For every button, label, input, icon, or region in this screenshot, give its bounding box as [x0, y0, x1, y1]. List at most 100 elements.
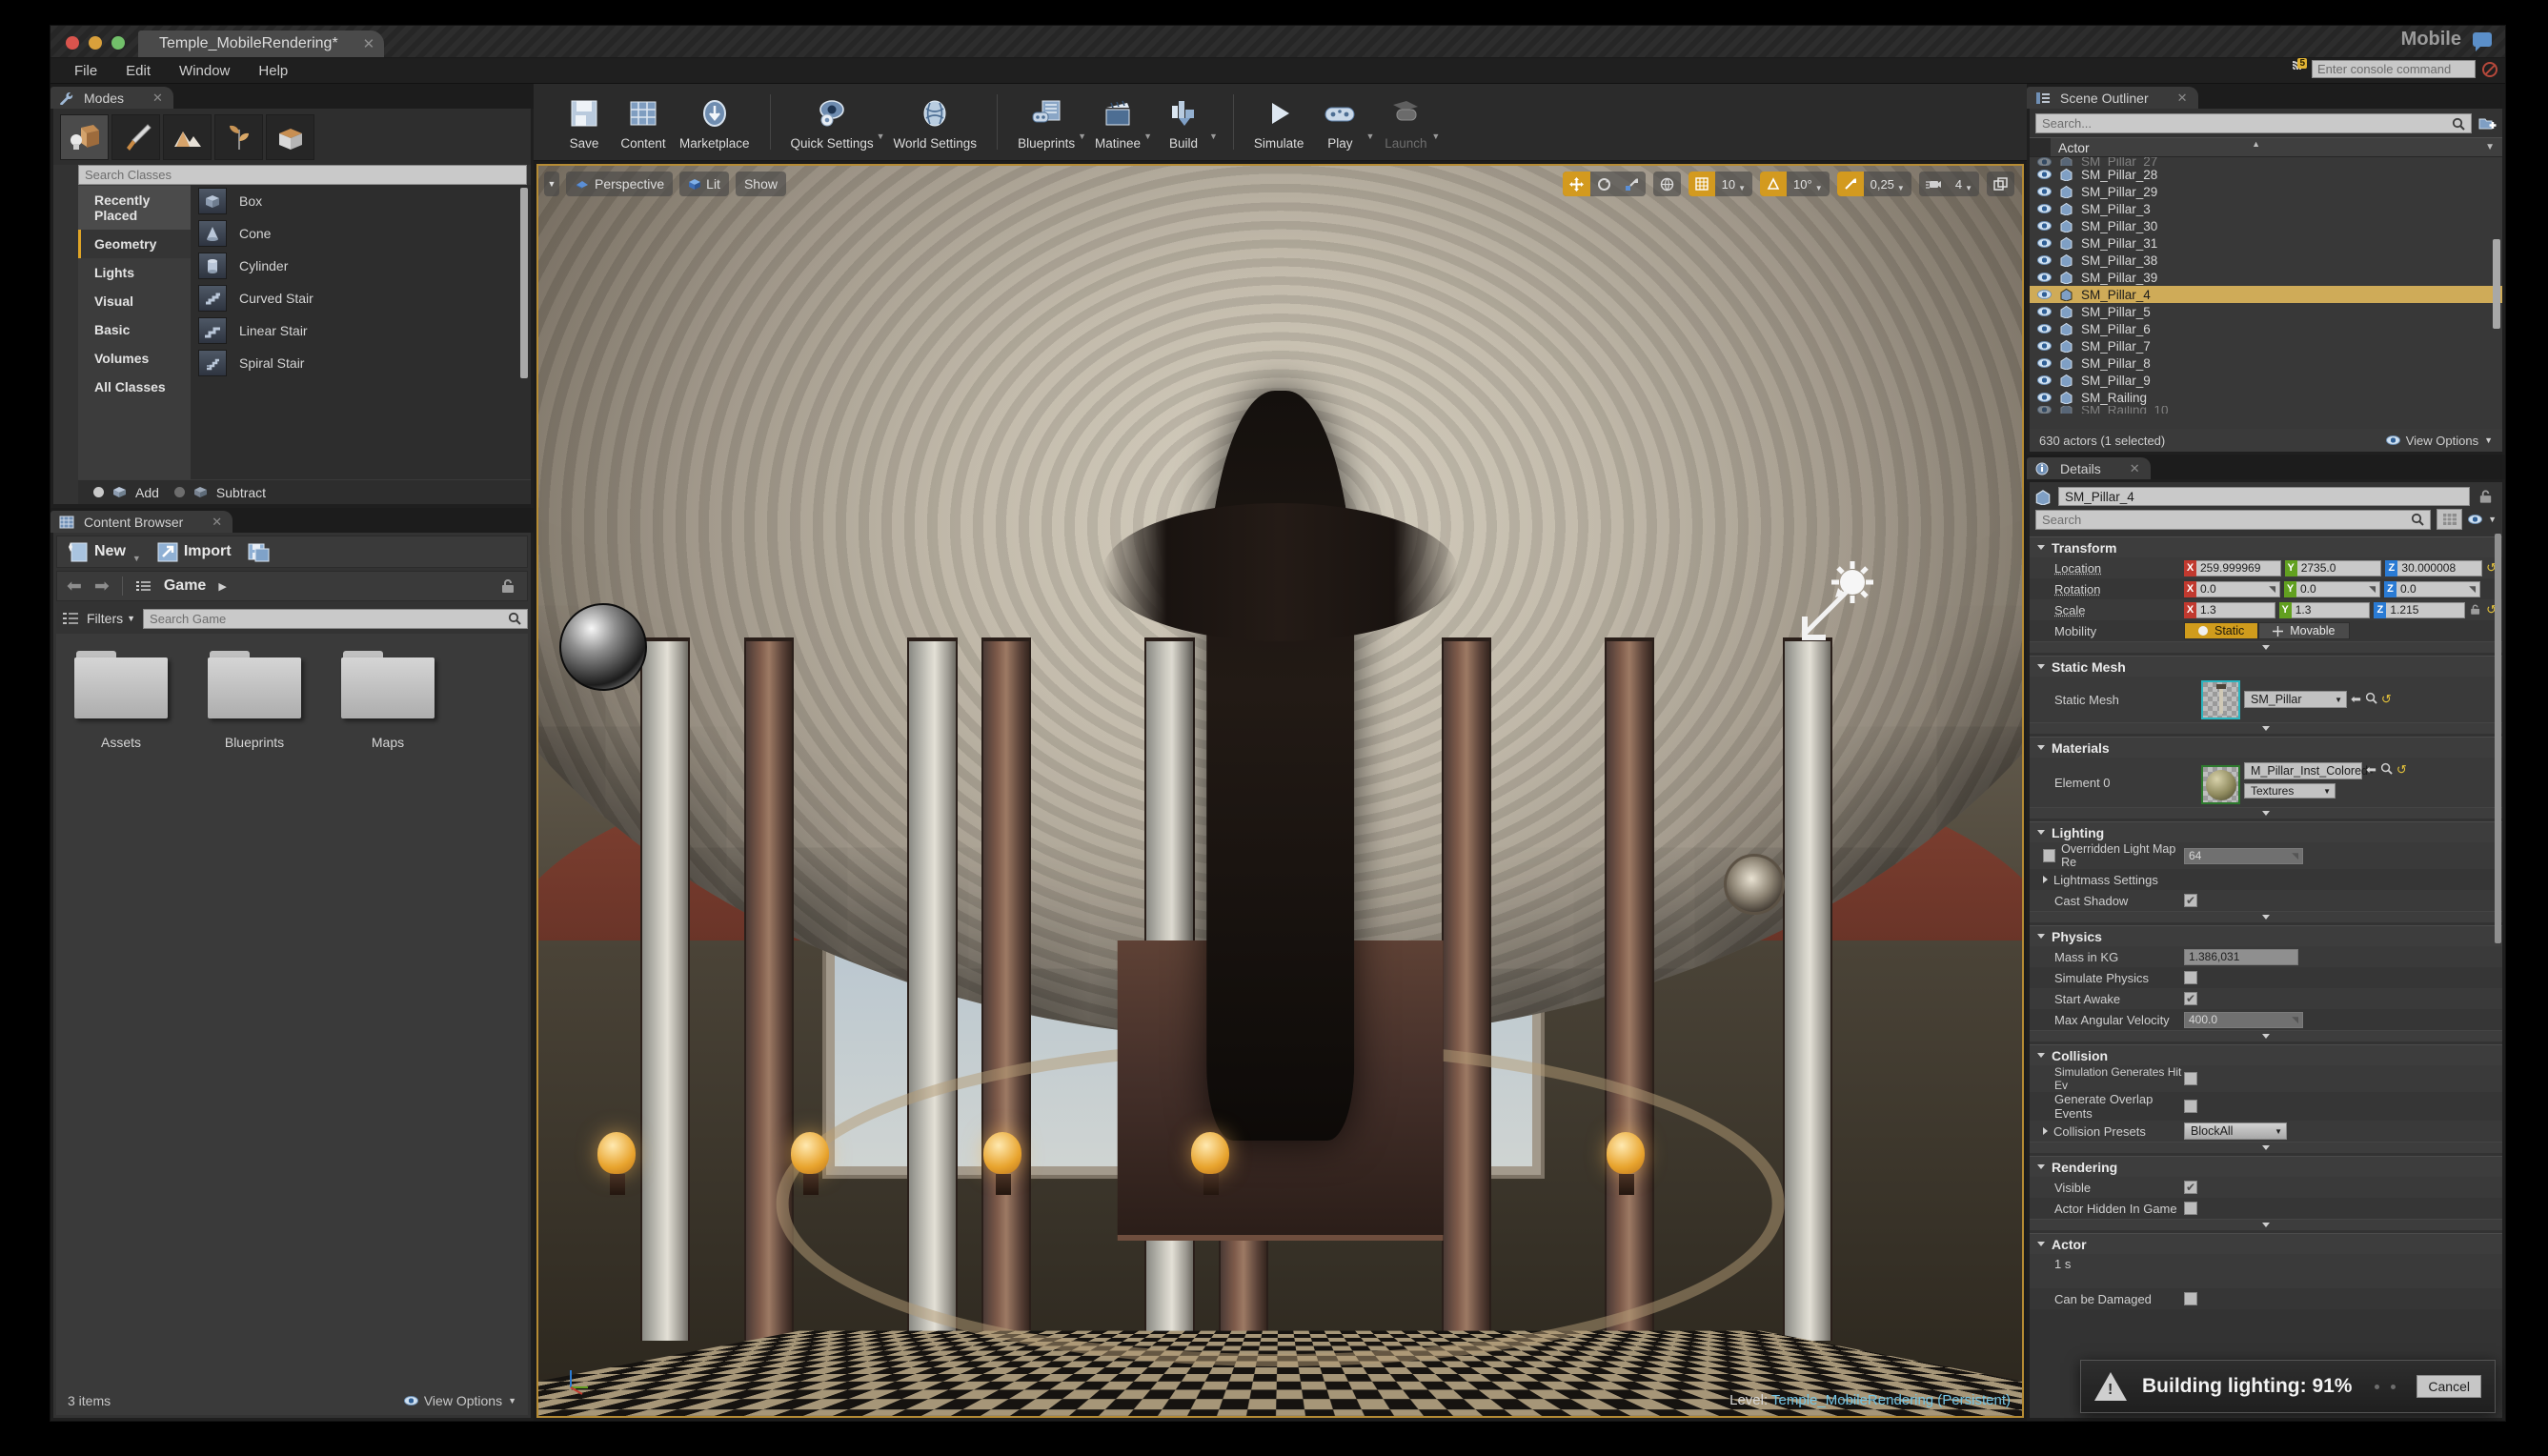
lock-ratio-icon[interactable]: [2469, 604, 2482, 616]
outliner-scrollbar[interactable]: [2493, 239, 2500, 329]
close-window-button[interactable]: [66, 36, 79, 50]
list-item[interactable]: Cylinder: [191, 250, 531, 282]
chevron-down-icon[interactable]: ▼: [2488, 515, 2497, 524]
browse-to-asset-icon[interactable]: [2365, 692, 2377, 707]
section-collision[interactable]: Collision: [2030, 1044, 2502, 1065]
table-row[interactable]: SM_Pillar_30: [2030, 217, 2502, 234]
material-combo[interactable]: M_Pillar_Inst_Colored ▼: [2244, 762, 2376, 779]
scale-y[interactable]: Y 1.3: [2278, 601, 2371, 618]
lighting-mode-button[interactable]: Lit: [679, 172, 729, 196]
actor-hidden-checkbox[interactable]: [2184, 1202, 2197, 1215]
add-brush-label[interactable]: Add: [135, 485, 159, 500]
folder-item[interactable]: Maps: [340, 651, 435, 1386]
camera-speed-icon[interactable]: [1919, 172, 1949, 196]
show-flags-button[interactable]: Show: [735, 172, 786, 196]
scale-x-field[interactable]: 1.3: [2196, 601, 2275, 618]
rotation-z[interactable]: Z 0.0 ◥: [2384, 580, 2480, 597]
back-button[interactable]: ⬅: [67, 576, 82, 597]
visibility-eye-icon[interactable]: [2037, 170, 2052, 179]
visibility-eye-icon[interactable]: [2037, 341, 2052, 351]
place-mode-icon[interactable]: [60, 114, 109, 160]
cast-shadow-checkbox[interactable]: ✔: [2184, 894, 2197, 907]
grid-snap-value[interactable]: 10 ▼: [1715, 172, 1752, 196]
details-scrollbar[interactable]: [2495, 534, 2501, 943]
brush-subtract-radio[interactable]: [173, 487, 185, 497]
spinner-icon[interactable]: ◥: [2369, 584, 2376, 595]
rotation-x[interactable]: X 0.0 ◥: [2184, 580, 2280, 597]
scale-y-field[interactable]: 1.3: [2291, 601, 2371, 618]
rotation-y-field[interactable]: 0.0 ◥: [2296, 580, 2380, 597]
visible-checkbox[interactable]: ✔: [2184, 1181, 2197, 1194]
list-item[interactable]: Linear Stair: [191, 314, 531, 347]
window-controls[interactable]: [51, 36, 138, 57]
marketplace-button[interactable]: Marketplace: [673, 91, 757, 154]
new-asset-button[interactable]: New ▼: [66, 540, 141, 563]
visibility-eye-icon[interactable]: [2037, 157, 2052, 166]
import-button[interactable]: Import: [156, 541, 232, 563]
rendering-expander[interactable]: [2030, 1219, 2502, 1230]
menu-help[interactable]: Help: [246, 60, 300, 82]
section-materials[interactable]: Materials: [2030, 737, 2502, 758]
location-y-field[interactable]: 2735.0: [2296, 559, 2382, 576]
tab-content-browser[interactable]: Content Browser ✕: [51, 511, 233, 533]
lock-icon[interactable]: [2477, 489, 2495, 504]
feedback-icon[interactable]: [2473, 32, 2492, 51]
list-item[interactable]: Curved Stair: [191, 282, 531, 314]
folder-item[interactable]: Assets: [73, 651, 169, 1386]
visibility-eye-icon[interactable]: [2037, 273, 2052, 282]
menu-edit[interactable]: Edit: [113, 60, 163, 82]
overlap-events-checkbox[interactable]: [2184, 1100, 2197, 1113]
translate-gizmo-icon[interactable]: [1562, 172, 1590, 196]
section-actor[interactable]: Actor: [2030, 1233, 2502, 1254]
world-coords-icon[interactable]: [1653, 172, 1681, 196]
world-settings-button[interactable]: World Settings: [887, 91, 984, 154]
sources-toggle-icon[interactable]: [62, 611, 79, 626]
list-item[interactable]: Cone: [191, 217, 531, 250]
category-basic[interactable]: Basic: [78, 315, 191, 344]
textures-combo[interactable]: Textures ▼: [2244, 783, 2336, 799]
folder-item[interactable]: Blueprints: [207, 651, 302, 1386]
menu-file[interactable]: File: [62, 60, 110, 82]
landscape-mode-icon[interactable]: [163, 114, 212, 160]
category-visual[interactable]: Visual: [78, 287, 191, 315]
table-row[interactable]: SM_Pillar_39: [2030, 269, 2502, 286]
spinner-icon[interactable]: ◥: [2469, 584, 2476, 595]
brush-add-radio[interactable]: [93, 487, 104, 497]
start-awake-checkbox[interactable]: ✔: [2184, 992, 2197, 1005]
view-mode-button[interactable]: Perspective: [566, 172, 674, 196]
subtract-brush-label[interactable]: Subtract: [216, 485, 266, 500]
geometry-editing-mode-icon[interactable]: [266, 114, 314, 160]
simulate-button[interactable]: Simulate: [1247, 91, 1311, 154]
table-row[interactable]: SM_Pillar_9: [2030, 372, 2502, 389]
filters-button[interactable]: Filters ▼: [87, 611, 135, 626]
use-selected-asset-icon[interactable]: ⬅: [2351, 692, 2361, 707]
mobility-movable-button[interactable]: Movable: [2258, 622, 2350, 639]
spinner-icon[interactable]: ◥: [2292, 851, 2298, 861]
mobility-static-button[interactable]: Static: [2184, 622, 2259, 639]
console-command-input[interactable]: Enter console command: [2312, 60, 2476, 78]
table-row[interactable]: SM_Pillar_3: [2030, 200, 2502, 217]
reset-material-icon[interactable]: ↺: [2396, 762, 2407, 778]
section-rendering[interactable]: Rendering: [2030, 1156, 2502, 1177]
max-angular-velocity-field[interactable]: 400.0 ◥: [2184, 1011, 2303, 1028]
content-search-input[interactable]: Search Game: [143, 608, 528, 629]
table-row[interactable]: SM_Pillar_31: [2030, 234, 2502, 252]
table-row[interactable]: SM_Pillar_8: [2030, 354, 2502, 372]
details-scroll-area[interactable]: Transform Location X 259.999969 Y 2735.0 Z…: [2030, 534, 2502, 1418]
material-thumbnail[interactable]: [2201, 765, 2240, 804]
close-icon[interactable]: ✕: [2130, 461, 2140, 476]
reset-static-mesh-icon[interactable]: ↺: [2381, 692, 2392, 707]
foliage-mode-icon[interactable]: [214, 114, 263, 160]
visibility-eye-icon[interactable]: [2037, 358, 2052, 368]
viewport-options-button[interactable]: ▼: [544, 172, 559, 196]
spinner-icon[interactable]: ◥: [2292, 1015, 2298, 1025]
table-row[interactable]: SM_Pillar_27: [2030, 157, 2502, 166]
breadcrumb[interactable]: Game: [164, 577, 206, 595]
breadcrumb-chevron-icon[interactable]: ▶: [218, 580, 226, 593]
collision-presets-combo[interactable]: BlockAll ▼: [2184, 1122, 2287, 1140]
content-button[interactable]: Content: [614, 91, 673, 154]
rotation-x-field[interactable]: 0.0 ◥: [2196, 580, 2280, 597]
tab-scene-outliner[interactable]: Scene Outliner ✕: [2027, 87, 2198, 109]
table-row[interactable]: SM_Railing_10: [2030, 406, 2502, 414]
rotation-snap-toggle[interactable]: [1760, 172, 1788, 196]
